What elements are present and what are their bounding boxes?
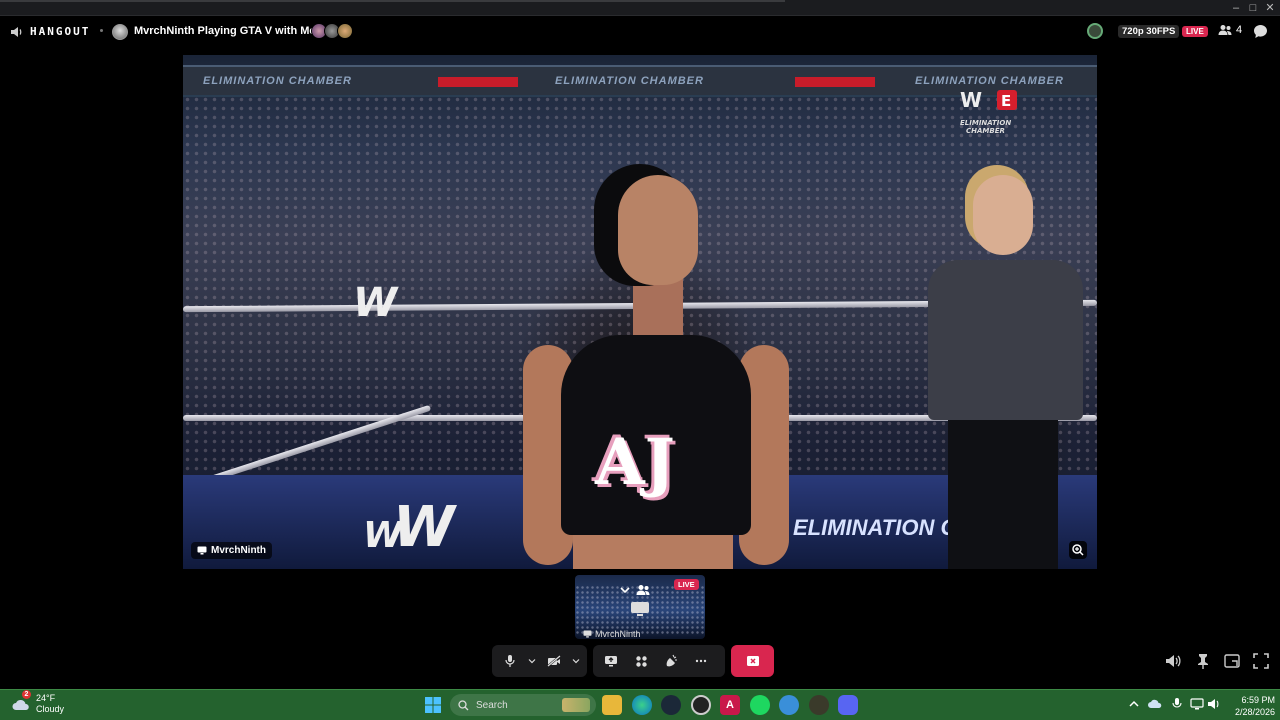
viewer-count-value: 4	[1236, 24, 1243, 36]
tile-name-tag: MvrchNinth	[583, 629, 641, 639]
app-header: HANGOUT MvrchNinth Playing GTA V with Me…	[0, 18, 1280, 46]
search-highlight-icon	[562, 698, 590, 712]
microphone-icon[interactable]	[1170, 697, 1184, 711]
volume-icon[interactable]	[1207, 697, 1221, 711]
more-options-button[interactable]	[689, 649, 713, 673]
camera-button[interactable]	[542, 649, 566, 673]
live-badge: LIVE	[1182, 26, 1208, 37]
windows-start-icon[interactable]	[424, 696, 442, 714]
svg-text:CHAMBER: CHAMBER	[966, 127, 1005, 135]
banner-red-segment	[438, 77, 518, 87]
search-placeholder: Search	[476, 699, 508, 711]
shirt-text: AJ	[595, 425, 675, 500]
taskbar: 2 24°F Cloudy Search A 6:59 PM 2/28/2026	[0, 689, 1280, 720]
wrestler-figure: AJ	[523, 175, 789, 569]
zoom-icon[interactable]	[1069, 541, 1087, 559]
broadcast-scorebug: W E ELIMINATION CHAMBER	[960, 88, 1017, 135]
screen-share-icon	[197, 546, 207, 555]
app-icon[interactable]	[809, 695, 829, 715]
people-icon	[1218, 25, 1232, 35]
soundboard-icon	[666, 654, 677, 667]
share-screen-button[interactable]	[599, 649, 623, 673]
camera-off-icon	[547, 655, 561, 667]
banner-text: ELIMINATION CHAMBER	[203, 75, 352, 87]
chat-icon[interactable]	[1253, 24, 1268, 39]
referee-figure	[918, 175, 1093, 569]
wwe-logo-post: W	[353, 280, 397, 326]
chevron-down-icon[interactable]	[528, 658, 536, 664]
viewer-avatar[interactable]	[337, 23, 353, 39]
media-controls	[492, 645, 587, 677]
wwe-logo-apron: W	[393, 495, 455, 560]
fullscreen-icon[interactable]	[1252, 652, 1270, 670]
chevron-up-icon[interactable]	[1127, 697, 1141, 711]
close-window-button[interactable]: ✕	[1259, 0, 1280, 16]
steam-icon[interactable]	[661, 695, 681, 715]
leave-call-icon	[746, 656, 759, 666]
speaker-icon[interactable]	[10, 25, 24, 39]
cloud-icon	[12, 699, 29, 710]
svg-text:ELIMINATION: ELIMINATION	[960, 119, 1011, 127]
weather-temp: 24°F	[36, 693, 56, 703]
banner-red-segment	[795, 77, 875, 87]
chevron-down-icon[interactable]	[620, 586, 630, 594]
tile-controls	[620, 579, 660, 601]
clock-date: 2/28/2026	[1234, 707, 1275, 717]
chevron-down-icon[interactable]	[572, 658, 580, 664]
taskbar-clock[interactable]: 6:59 PM 2/28/2026	[1223, 694, 1275, 718]
screen-share-icon	[605, 656, 617, 667]
soundboard-button[interactable]	[659, 649, 683, 673]
wwe-logo-turnbuckle: W	[363, 515, 403, 556]
presenter-name-tag: MvrchNinth	[191, 542, 272, 559]
pop-out-icon[interactable]	[1223, 652, 1241, 670]
affinity-icon[interactable]: A	[720, 695, 740, 715]
leave-call-button[interactable]	[731, 645, 774, 677]
svg-text:W: W	[960, 88, 982, 112]
tile-live-badge: LIVE	[674, 579, 699, 590]
docker-icon[interactable]	[779, 695, 799, 715]
window-titlebar: – □ ✕	[0, 0, 1280, 16]
volume-icon[interactable]	[1164, 652, 1182, 670]
host-avatar[interactable]	[112, 24, 128, 40]
user-status-avatar[interactable]	[1087, 23, 1103, 39]
github-icon[interactable]	[691, 695, 711, 715]
screen-share-icon	[631, 602, 649, 616]
edge-browser-icon[interactable]	[632, 695, 652, 715]
search-icon	[458, 699, 469, 710]
presenter-name: MvrchNinth	[211, 545, 266, 556]
weather-widget[interactable]: 2 24°F Cloudy	[12, 690, 65, 715]
more-icon	[695, 659, 707, 663]
spotify-icon[interactable]	[750, 695, 770, 715]
brand-logo[interactable]: HANGOUT	[30, 25, 90, 38]
pin-icon[interactable]	[1194, 652, 1212, 670]
room-title: MvrchNinth Playing GTA V with Medal	[134, 25, 332, 37]
network-icon[interactable]	[1190, 697, 1204, 711]
weather-alert-badge: 2	[22, 690, 31, 699]
file-explorer-icon[interactable]	[602, 695, 622, 715]
microphone-button[interactable]	[498, 649, 522, 673]
main-stream-video[interactable]: ELIMINATION CHAMBER ELIMINATION CHAMBER …	[183, 55, 1097, 569]
stream-quality-badge: 720p 30FPS	[1118, 25, 1180, 38]
activities-button[interactable]	[629, 649, 653, 673]
svg-text:E: E	[1001, 92, 1011, 110]
clock-time: 6:59 PM	[1241, 695, 1275, 705]
activity-controls	[593, 645, 725, 677]
taskbar-search[interactable]: Search	[450, 694, 596, 716]
separator-dot	[100, 29, 103, 32]
viewer-count[interactable]: 4	[1218, 24, 1242, 36]
screen-share-icon	[583, 630, 592, 638]
titlebar-accent-line	[0, 0, 785, 2]
discord-icon[interactable]	[838, 695, 858, 715]
activities-icon	[635, 655, 647, 667]
weather-desc: Cloudy	[36, 704, 65, 714]
banner-text: ELIMINATION CHAMBER	[555, 75, 704, 87]
microphone-icon	[505, 655, 515, 667]
onedrive-icon[interactable]	[1148, 697, 1162, 711]
people-icon[interactable]	[636, 584, 650, 596]
tile-name: MvrchNinth	[595, 629, 641, 639]
